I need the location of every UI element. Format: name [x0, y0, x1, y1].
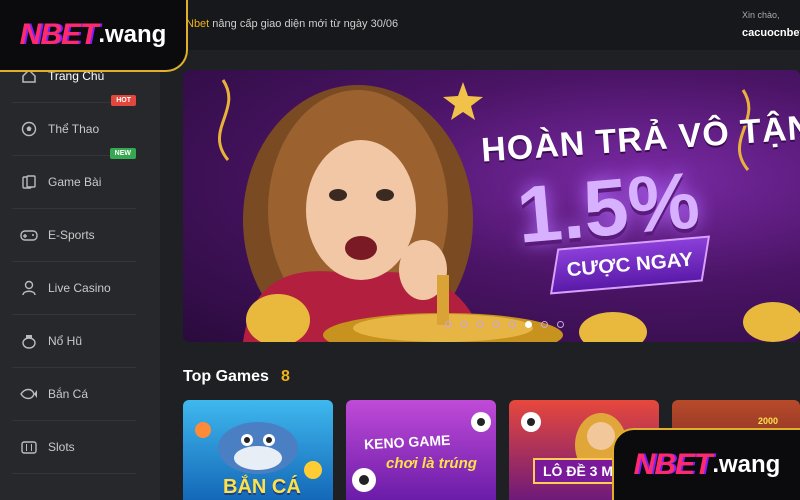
- announcement-marquee: Nbet nâng cấp giao diện mới từ ngày 30/0…: [186, 18, 399, 30]
- site-logo-watermark: NBET .wang: [612, 428, 800, 500]
- sidebar-item-fishing[interactable]: Bắn Cá: [12, 368, 136, 421]
- sidebar-item-esports[interactable]: E-Sports: [12, 209, 136, 262]
- sidebar-item-slots[interactable]: Slots: [12, 421, 136, 474]
- carousel-dots: [445, 321, 564, 328]
- jackpot-pot-icon: [20, 332, 38, 350]
- sidebar-item-label: Slots: [48, 440, 75, 454]
- sidebar: Trang Chủ Thể Thao HOT Game Bài NEW E-Sp…: [0, 50, 160, 500]
- carousel-dot[interactable]: [509, 321, 516, 328]
- game-card-ban-ca[interactable]: BẮN CÁ: [183, 400, 333, 500]
- sidebar-item-card-games[interactable]: Game Bài NEW: [12, 148, 136, 209]
- sidebar-item-label: Live Casino: [48, 281, 111, 295]
- sidebar-item-live-casino[interactable]: Live Casino: [12, 262, 136, 315]
- sidebar-item-label: Bắn Cá: [48, 387, 89, 401]
- game-card-keno[interactable]: KENO GAME chơi là trúng: [346, 400, 496, 500]
- top-games-title: Top Games: [183, 368, 269, 385]
- promo-banner[interactable]: HOÀN TRẢ VÔ TẬN 1.5% CƯỢC NGAY: [183, 70, 800, 342]
- carousel-dot[interactable]: [445, 321, 452, 328]
- sidebar-item-label: Nổ Hũ: [48, 334, 83, 348]
- carousel-dot[interactable]: [557, 321, 564, 328]
- banner-artwork: [218, 79, 800, 342]
- new-badge: NEW: [109, 148, 136, 159]
- game-card-title: BẮN CÁ: [223, 476, 301, 498]
- sidebar-item-jackpot[interactable]: Nổ Hũ: [12, 315, 136, 368]
- game-card-title: 2000: [758, 416, 779, 426]
- site-logo[interactable]: NBET .wang: [0, 0, 188, 72]
- sidebar-item-label: Game Bài: [48, 175, 102, 189]
- carousel-dot[interactable]: [493, 321, 500, 328]
- carousel-dot[interactable]: [525, 321, 532, 328]
- top-games-count: 8: [281, 368, 290, 385]
- greeting-text: Xin chào,: [742, 10, 780, 20]
- cards-icon: [20, 173, 38, 191]
- carousel-dot[interactable]: [477, 321, 484, 328]
- carousel-dot[interactable]: [541, 321, 548, 328]
- username[interactable]: cacuocnbet: [742, 27, 800, 39]
- sidebar-item-label: Thể Thao: [48, 122, 100, 136]
- soccer-ball-icon: [20, 120, 38, 138]
- game-card-subtitle: chơi là trúng: [386, 455, 477, 472]
- gamepad-icon: [20, 226, 38, 244]
- carousel-dot[interactable]: [461, 321, 468, 328]
- fish-icon: [20, 385, 38, 403]
- hot-badge: HOT: [111, 95, 136, 106]
- dealer-icon: [20, 279, 38, 297]
- sidebar-item-label: E-Sports: [48, 228, 95, 242]
- slot-machine-icon: [20, 438, 38, 456]
